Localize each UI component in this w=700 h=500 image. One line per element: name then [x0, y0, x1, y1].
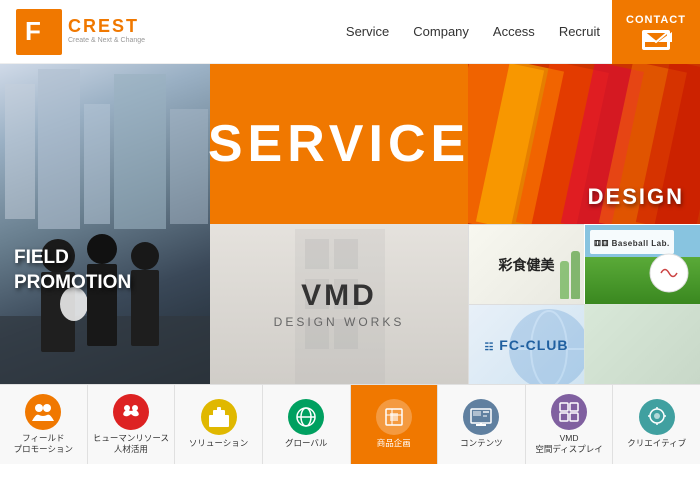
bottom-nav: フィールドプロモーション ヒューマンリソース人材活用 ソリューション グローバル…	[0, 384, 700, 464]
nav-solution[interactable]: ソリューション	[175, 385, 263, 464]
nav-creative[interactable]: クリエイティブ	[613, 385, 700, 464]
saishoku-label: 彩食健美	[499, 255, 555, 275]
contact-label: CONTACT	[626, 14, 686, 26]
svg-text:F: F	[25, 16, 40, 46]
global-icon	[288, 399, 324, 435]
header: F CREST Create & Next & Change Service C…	[0, 0, 700, 64]
nav-human-resource[interactable]: ヒューマンリソース人材活用	[88, 385, 176, 464]
nav-field-promotion[interactable]: フィールドプロモーション	[0, 385, 88, 464]
product-nav-label: 商品企画	[377, 438, 411, 449]
design-label: DESIGN	[588, 184, 684, 210]
field-promotion-cell[interactable]: FIELDPROMOTION	[0, 64, 210, 384]
global-nav-label: グローバル	[285, 438, 327, 449]
logo-text-area: CREST Create & Next & Change	[68, 17, 145, 45]
hero-section: FIELDPROMOTION SERVICE DESIGN	[0, 64, 700, 384]
baseball-lab-logo-box: ⚅⚅ Baseball Lab.	[590, 230, 674, 254]
nav-recruit[interactable]: Recruit	[559, 24, 600, 39]
baseball-cell[interactable]: ⚅⚅ Baseball Lab.	[584, 224, 700, 304]
nav-service[interactable]: Service	[346, 24, 389, 39]
nav-content[interactable]: コンテンツ	[438, 385, 526, 464]
vmd-display-icon	[551, 394, 587, 430]
field-promotion-nav-label: フィールドプロモーション	[14, 433, 73, 455]
human-resource-icon	[113, 394, 149, 430]
nav-vmd-display[interactable]: VMD空間ディスプレイ	[526, 385, 614, 464]
solution-icon	[201, 399, 237, 435]
vmd-sub: DESIGN WORKS	[274, 315, 405, 329]
human-resource-nav-label: ヒューマンリソース人材活用	[93, 433, 169, 455]
main-nav: Service Company Access Recruit	[146, 24, 612, 39]
fc-club-cell[interactable]: ☷ FC-CLUB	[468, 304, 584, 384]
bottom-right-cell	[584, 304, 700, 384]
nav-company[interactable]: Company	[413, 24, 469, 39]
solution-nav-label: ソリューション	[189, 438, 248, 449]
nav-access[interactable]: Access	[493, 24, 535, 39]
vmd-display-nav-label: VMD空間ディスプレイ	[535, 433, 602, 455]
nav-product[interactable]: 商品企画	[351, 385, 439, 464]
creative-icon	[639, 399, 675, 435]
logo-tagline: Create & Next & Change	[68, 37, 145, 45]
logo-name: CREST	[68, 17, 145, 35]
service-label: SERVICE	[208, 114, 470, 174]
content-icon	[463, 399, 499, 435]
content-nav-label: コンテンツ	[460, 438, 503, 449]
contact-button[interactable]: CONTACT	[612, 0, 700, 64]
product-icon	[376, 399, 412, 435]
nav-global[interactable]: グローバル	[263, 385, 351, 464]
field-promotion-icon	[25, 394, 61, 430]
fc-club-label: ☷ FC-CLUB	[484, 337, 568, 353]
field-promotion-label: FIELDPROMOTION	[14, 245, 131, 296]
creative-nav-label: クリエイティブ	[627, 438, 686, 449]
baseball-lab-label: ⚅⚅ Baseball Lab.	[594, 239, 670, 248]
envelope-icon	[642, 30, 670, 50]
vmd-main: VMD	[274, 279, 405, 313]
logo-icon: F	[16, 9, 62, 55]
saishoku-cell[interactable]: 彩食健美	[468, 224, 584, 304]
design-cell[interactable]: DESIGN	[468, 64, 700, 224]
logo-area[interactable]: F CREST Create & Next & Change	[16, 9, 146, 55]
service-cell[interactable]: SERVICE	[210, 64, 468, 224]
vmd-cell[interactable]: VMD DESIGN WORKS	[210, 224, 468, 384]
